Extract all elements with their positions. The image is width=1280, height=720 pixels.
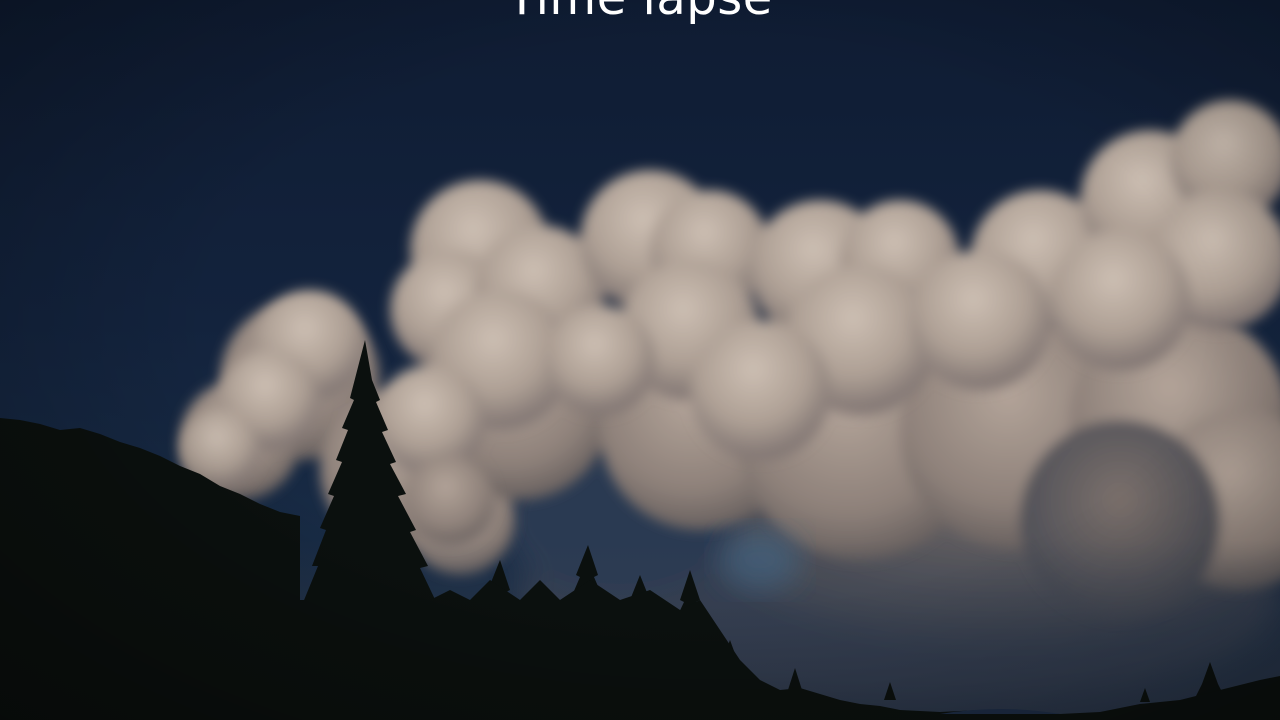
video-caption: Time lapse (0, 0, 1280, 28)
time-lapse-frame: Time lapse (0, 0, 1280, 720)
wildfire-smoke-scene (0, 100, 1280, 720)
